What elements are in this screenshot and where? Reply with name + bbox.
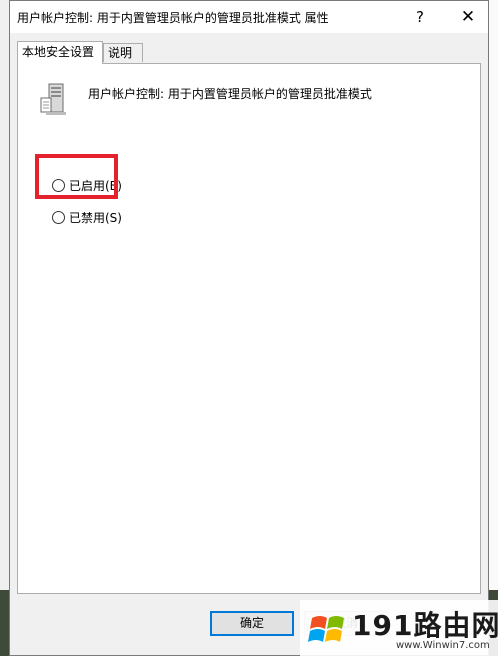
- policy-name: 用户帐户控制: 用于内置管理员帐户的管理员批准模式: [88, 87, 372, 101]
- disabled-radio[interactable]: 已禁用(S): [52, 209, 122, 226]
- tab-panel: 用户帐户控制: 用于内置管理员帐户的管理员批准模式 已启用(E) 已禁用(S): [17, 63, 481, 594]
- highlight-box: [35, 154, 118, 199]
- disabled-radio-label: 已禁用(S): [69, 211, 122, 225]
- help-button[interactable]: ?: [406, 3, 434, 31]
- watermark-url: www.Winwin7.com: [396, 640, 490, 651]
- server-policy-icon: [40, 83, 66, 115]
- ok-button[interactable]: 确定: [210, 611, 294, 636]
- watermark: 191路由网 www.Winwin7.com: [300, 600, 498, 656]
- title-bar[interactable]: 用户帐户控制: 用于内置管理员帐户的管理员批准模式 属性 ? ✕: [10, 1, 488, 33]
- radio-circle-icon[interactable]: [52, 211, 65, 224]
- tab-explain[interactable]: 说明: [103, 43, 143, 62]
- close-button[interactable]: ✕: [454, 3, 482, 31]
- properties-dialog: 用户帐户控制: 用于内置管理员帐户的管理员批准模式 属性 ? ✕ 本地安全设置 …: [9, 0, 489, 656]
- background-window-right: [488, 0, 498, 656]
- watermark-brand: 191路由网: [352, 609, 498, 642]
- windows-logo-icon: [308, 616, 344, 642]
- tab-local-security-setting[interactable]: 本地安全设置: [17, 41, 103, 64]
- window-title: 用户帐户控制: 用于内置管理员帐户的管理员批准模式 属性: [17, 11, 329, 25]
